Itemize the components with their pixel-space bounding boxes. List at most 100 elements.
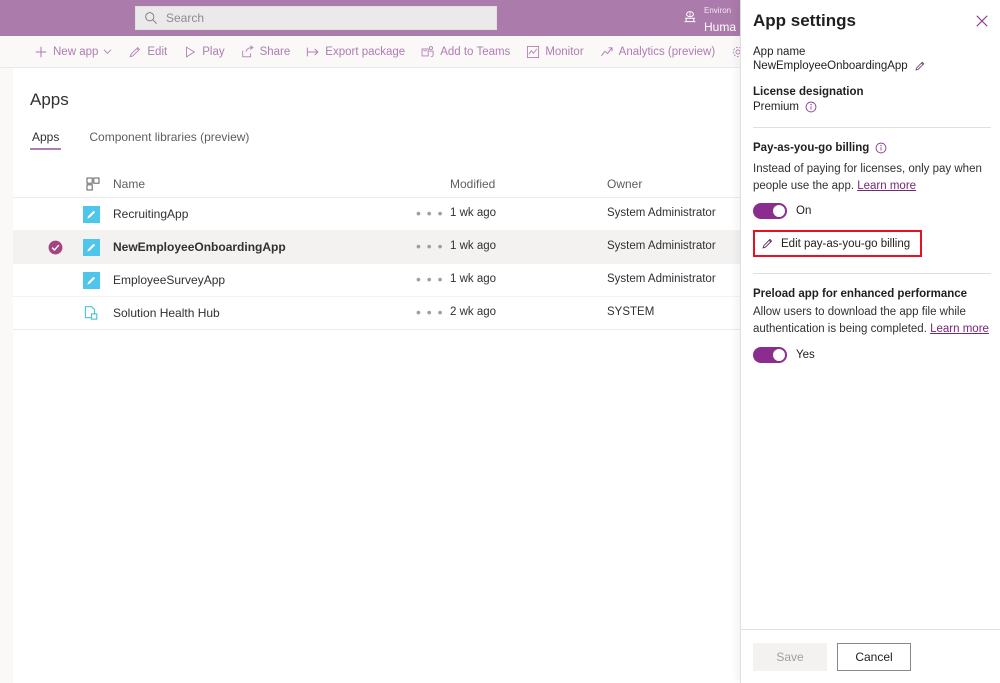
info-icon[interactable] [805, 101, 817, 113]
preload-toggle-state: Yes [796, 349, 815, 361]
panel-footer: Save Cancel [741, 629, 1000, 683]
app-name[interactable]: RecruitingApp [113, 207, 188, 221]
panel-title: App settings [753, 11, 856, 31]
row-overflow-menu[interactable]: • • • [416, 238, 443, 254]
monitor-icon [526, 45, 540, 59]
left-rail [0, 68, 13, 683]
preload-description: Allow users to download the app file whi… [753, 304, 991, 337]
table-row[interactable]: NewEmployeeOnboardingApp • • • 1 wk ago … [13, 231, 740, 264]
license-section: License designation Premium [753, 86, 991, 113]
tab-component-libraries[interactable]: Component libraries (preview) [87, 130, 251, 150]
tab-apps[interactable]: Apps [30, 130, 61, 150]
row-overflow-menu[interactable]: • • • [416, 271, 443, 287]
payg-label: Pay-as-you-go billing [753, 142, 869, 154]
canvas-app-icon [83, 206, 100, 223]
table-row[interactable]: RecruitingApp • • • 1 wk ago System Admi… [13, 198, 740, 231]
app-name[interactable]: EmployeeSurveyApp [113, 273, 225, 287]
close-icon[interactable] [975, 14, 989, 28]
environment-picker[interactable]: Environ Huma [682, 3, 740, 33]
environment-icon [682, 10, 698, 26]
preload-toggle[interactable] [753, 347, 787, 363]
app-name[interactable]: Solution Health Hub [113, 306, 220, 320]
row-selected-check-icon[interactable] [48, 240, 63, 255]
add-to-teams-label: Add to Teams [440, 46, 510, 58]
tab-component-libraries-label: Component libraries (preview) [89, 130, 249, 144]
monitor-label: Monitor [545, 46, 583, 58]
preload-label: Preload app for enhanced performance [753, 288, 991, 300]
edit-button[interactable]: Edit [120, 36, 175, 68]
edit-pay-as-you-go-billing-label: Edit pay-as-you-go billing [781, 238, 910, 250]
preload-learn-more-link[interactable]: Learn more [930, 323, 989, 335]
plus-icon [34, 45, 48, 59]
tab-apps-label: Apps [32, 130, 59, 144]
app-modified: 1 wk ago [450, 207, 496, 219]
app-name-label: App name [753, 46, 991, 58]
share-icon [241, 45, 255, 59]
environment-name: Huma [704, 20, 736, 33]
preload-toggle-row: Yes [753, 347, 991, 363]
cancel-button[interactable]: Cancel [837, 643, 911, 671]
pay-as-you-go-section: Pay-as-you-go billing Instead of paying … [753, 142, 991, 257]
table-row[interactable]: Solution Health Hub • • • 2 wk ago SYSTE… [13, 297, 740, 330]
canvas-app-icon [83, 239, 100, 256]
payg-description: Instead of paying for licenses, only pay… [753, 161, 991, 194]
power-apps-window: Search Environ Huma New app [0, 0, 1000, 683]
column-header-owner[interactable]: Owner [607, 177, 642, 191]
model-app-icon [83, 305, 100, 322]
row-overflow-menu[interactable]: • • • [416, 304, 443, 320]
license-label: License designation [753, 86, 991, 98]
share-button[interactable]: Share [233, 36, 299, 68]
app-name[interactable]: NewEmployeeOnboardingApp [113, 240, 286, 254]
play-button[interactable]: Play [175, 36, 232, 68]
edit-pay-as-you-go-billing-button[interactable]: Edit pay-as-you-go billing [753, 230, 922, 257]
search-icon [144, 11, 158, 25]
save-button[interactable]: Save [753, 643, 827, 671]
new-app-button[interactable]: New app [26, 36, 120, 68]
row-overflow-menu[interactable]: • • • [416, 205, 443, 221]
grid-icon [85, 176, 101, 192]
edit-label: Edit [147, 46, 167, 58]
teams-icon [421, 45, 435, 59]
app-owner: System Administrator [607, 240, 716, 252]
payg-learn-more-link[interactable]: Learn more [857, 180, 916, 192]
tab-list: Apps Component libraries (preview) [30, 130, 277, 150]
panel-body: App name NewEmployeeOnboardingApp Licens… [753, 46, 991, 363]
app-owner: System Administrator [607, 207, 716, 219]
divider [753, 273, 991, 274]
new-app-label: New app [53, 46, 98, 58]
license-value: Premium [753, 101, 799, 113]
search-placeholder: Search [166, 12, 204, 24]
payg-toggle[interactable] [753, 203, 787, 219]
analytics-label: Analytics (preview) [619, 46, 716, 58]
pencil-icon [128, 45, 142, 59]
app-modified: 1 wk ago [450, 240, 496, 252]
search-input[interactable]: Search [135, 6, 497, 30]
table-row[interactable]: EmployeeSurveyApp • • • 1 wk ago System … [13, 264, 740, 297]
table-header-row: Name Modified Owner [13, 172, 740, 198]
share-label: Share [260, 46, 291, 58]
payg-toggle-state: On [796, 205, 811, 217]
info-icon[interactable] [875, 142, 887, 154]
add-to-teams-button[interactable]: Add to Teams [413, 36, 518, 68]
column-header-name[interactable]: Name [113, 177, 145, 191]
app-name-value: NewEmployeeOnboardingApp [753, 60, 908, 72]
column-header-modified[interactable]: Modified [450, 177, 495, 191]
monitor-button[interactable]: Monitor [518, 36, 591, 68]
page-title: Apps [30, 90, 69, 110]
apps-main-content: Apps Apps Component libraries (preview) … [13, 68, 740, 683]
play-label: Play [202, 46, 224, 58]
canvas-app-icon [83, 272, 100, 289]
pencil-icon[interactable] [914, 60, 926, 72]
preload-section: Preload app for enhanced performance All… [753, 288, 991, 362]
app-owner: System Administrator [607, 273, 716, 285]
analytics-button[interactable]: Analytics (preview) [592, 36, 724, 68]
app-modified: 1 wk ago [450, 273, 496, 285]
app-modified: 2 wk ago [450, 306, 496, 318]
chevron-down-icon [103, 47, 112, 56]
export-package-button[interactable]: Export package [298, 36, 413, 68]
export-icon [306, 45, 320, 59]
export-package-label: Export package [325, 46, 405, 58]
payg-toggle-row: On [753, 203, 991, 219]
pencil-icon [761, 237, 774, 250]
app-settings-panel: App settings App name NewEmployeeOnboard… [740, 0, 1000, 683]
